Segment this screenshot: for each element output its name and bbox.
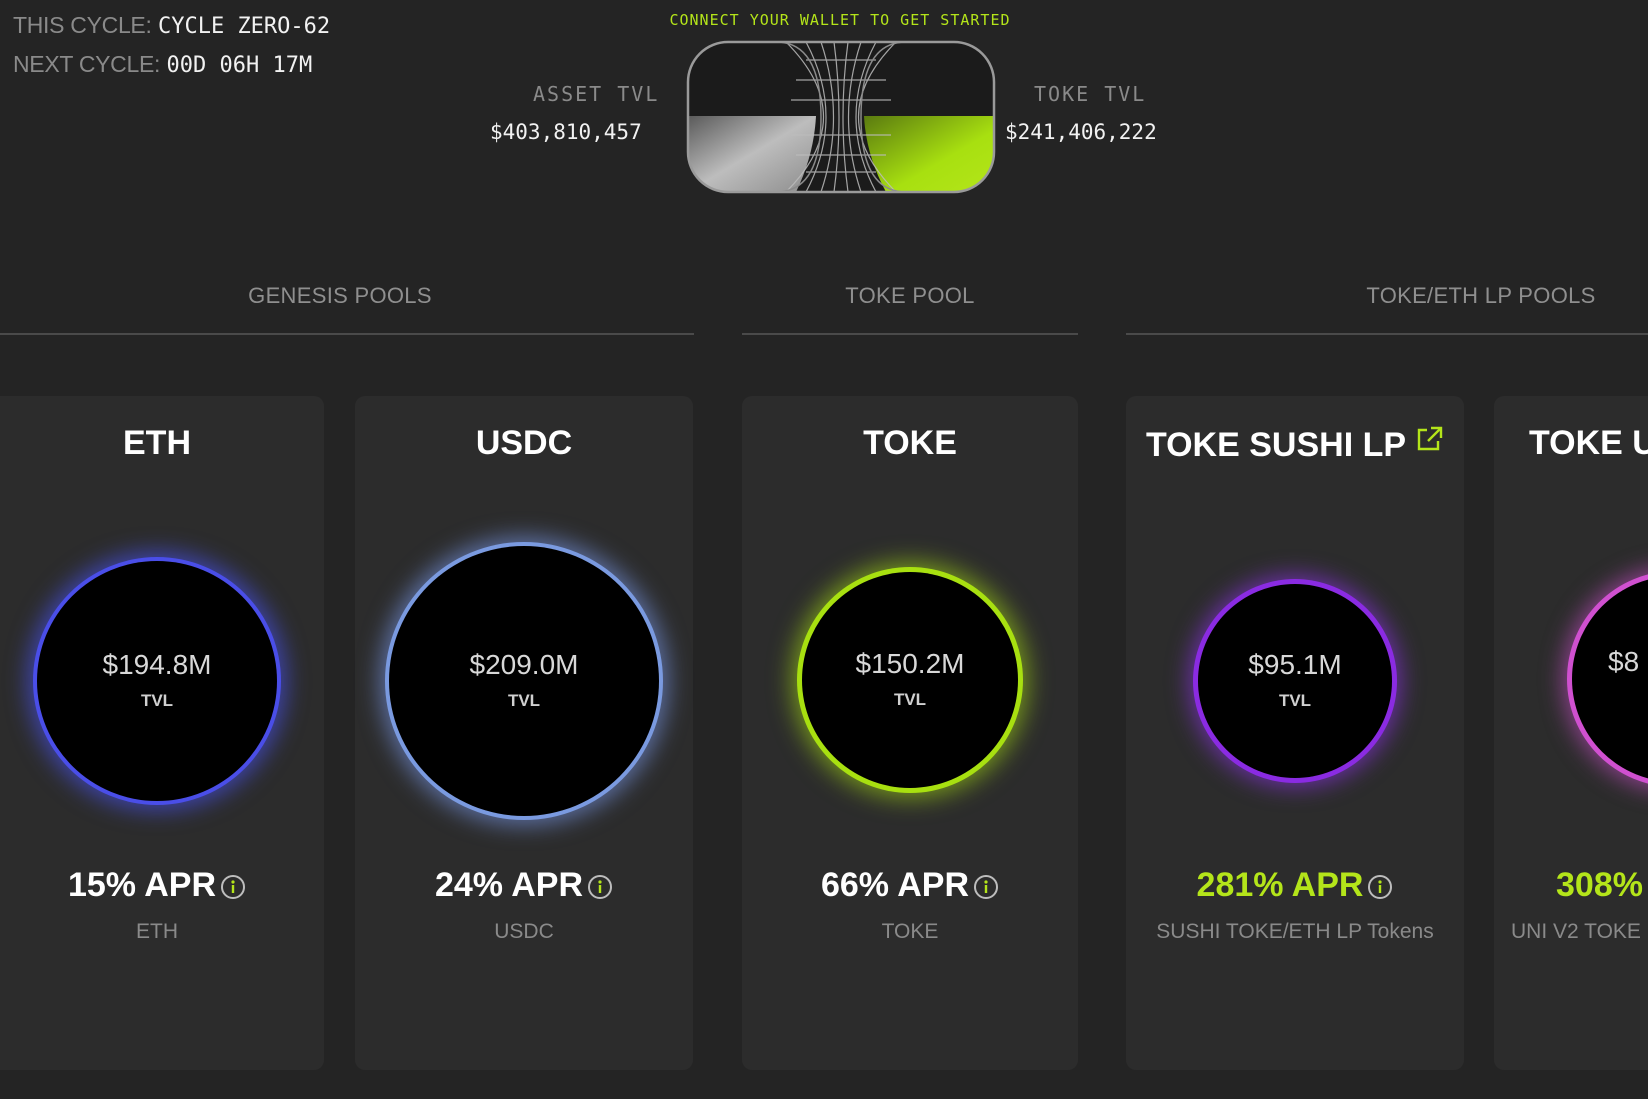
pool-card-eth[interactable]: ETH $194.8M TVL 15% APR ETH [0, 396, 324, 1070]
toke-tvl-value: $241,406,222 [1005, 120, 1157, 144]
next-cycle-row: NEXT CYCLE: 00D 06H 17M [13, 51, 312, 78]
pool-card-toke-uni-lp[interactable]: TOKE U $8 T 308% UNI V2 TOKE [1494, 396, 1648, 1070]
apr-text: 15% APR [67, 866, 217, 904]
connect-wallet-link[interactable]: CONNECT YOUR WALLET TO GET STARTED [652, 11, 1028, 29]
apr-text: 66% APR [820, 866, 970, 904]
section-divider [742, 333, 1078, 335]
tvl-value: $194.8M [102, 649, 212, 680]
pool-card-toke-sushi-lp[interactable]: TOKE SUSHI LP $95.1M TVL 281% APR SUSHI … [1126, 396, 1464, 1070]
pool-card-toke[interactable]: TOKE $150.2M TVL 66% APR TOKE [742, 396, 1078, 1070]
this-cycle-label: THIS CYCLE: [13, 12, 152, 38]
pool-title: TOKE SUSHI LP [1145, 426, 1407, 464]
pool-title: ETH [123, 424, 191, 462]
asset-tvl-value: $403,810,457 [490, 120, 642, 144]
reactor-gauge-graphic [686, 40, 996, 194]
section-toke-pool: TOKE POOL [845, 283, 975, 308]
next-cycle-label: NEXT CYCLE: [13, 51, 161, 77]
toke-tvl-label: TOKE TVL [1034, 82, 1147, 106]
tvl-value: $209.0M [469, 649, 579, 680]
asset-name: SUSHI TOKE/ETH LP Tokens [1156, 920, 1434, 943]
asset-tvl-label: ASSET TVL [533, 82, 660, 106]
section-genesis-pools: GENESIS POOLS [248, 283, 432, 308]
tvl-label: TVL [893, 690, 927, 709]
info-icon[interactable] [973, 874, 999, 900]
pool-title: TOKE [863, 424, 957, 462]
tvl-value: $150.2M [855, 648, 965, 679]
asset-name: UNI V2 TOKE [1511, 920, 1641, 943]
apr-value: 308% [1556, 866, 1643, 904]
tvl-orb: $150.2M TVL [802, 572, 1018, 788]
apr-value: 281% APR [1126, 866, 1464, 905]
pool-card-usdc[interactable]: USDC $209.0M TVL 24% APR USDC [355, 396, 693, 1070]
info-icon[interactable] [220, 874, 246, 900]
section-divider [1126, 333, 1648, 335]
apr-text: 281% APR [1196, 866, 1364, 904]
apr-value: 66% APR [742, 866, 1078, 905]
tvl-orb: $8 T [1572, 576, 1648, 782]
asset-name: USDC [494, 920, 554, 943]
section-divider [0, 333, 694, 335]
asset-name: TOKE [881, 920, 939, 943]
this-cycle-row: THIS CYCLE: CYCLE ZERO-62 [13, 12, 330, 39]
tvl-value: $95.1M [1248, 649, 1342, 680]
tvl-label: TVL [1278, 691, 1312, 710]
info-icon[interactable] [1367, 874, 1393, 900]
tvl-orb: $209.0M TVL [389, 546, 659, 816]
tvl-label: TVL [507, 691, 541, 710]
tvl-label: TVL [140, 691, 174, 710]
tvl-orb: $194.8M TVL [37, 561, 277, 801]
pool-title: TOKE U [1529, 424, 1648, 462]
external-link-icon[interactable] [1414, 424, 1444, 454]
pool-title: USDC [475, 424, 573, 462]
this-cycle-value: CYCLE ZERO-62 [157, 14, 331, 39]
tvl-value: $8 [1608, 646, 1640, 677]
apr-value: 24% APR [355, 866, 693, 905]
section-toke-eth-lp-pools: TOKE/ETH LP POOLS [1366, 283, 1596, 308]
next-cycle-countdown: 00D 06H 17M [166, 53, 313, 78]
page: THIS CYCLE: CYCLE ZERO-62 NEXT CYCLE: 00… [0, 0, 1648, 1099]
apr-value: 15% APR [0, 866, 324, 905]
apr-text: 24% APR [434, 866, 584, 904]
asset-name: ETH [136, 920, 178, 943]
tvl-orb: $95.1M TVL [1198, 584, 1392, 778]
info-icon[interactable] [587, 874, 613, 900]
pool-title-row: TOKE SUSHI LP [1126, 424, 1464, 465]
